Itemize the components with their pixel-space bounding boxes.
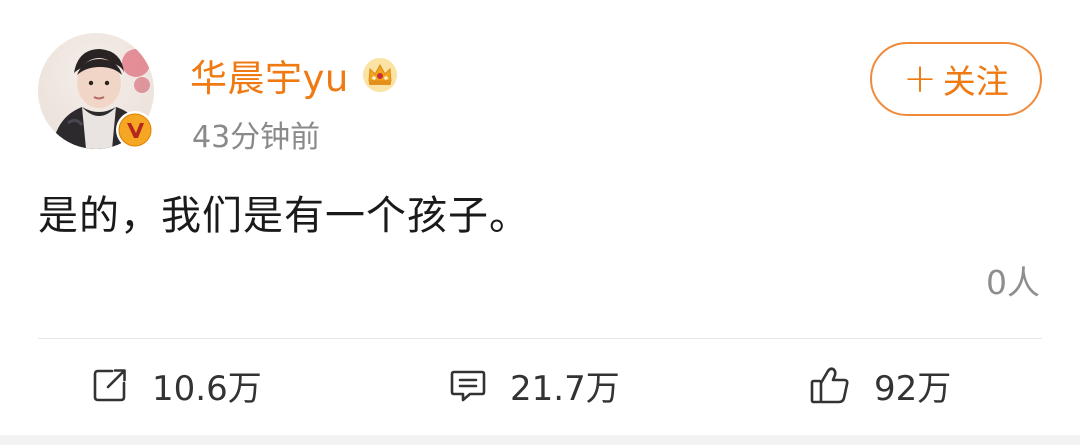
plus-icon: +	[903, 56, 937, 102]
card-bottom-separator	[0, 435, 1080, 445]
comment-icon	[450, 370, 486, 402]
repost-button[interactable]: 10.6万	[90, 360, 262, 410]
comment-button[interactable]: 21.7万	[448, 360, 620, 410]
repost-icon	[93, 369, 126, 402]
verified-v-icon	[116, 111, 154, 149]
author-name-text[interactable]: 华晨宇yu	[190, 48, 349, 102]
comment-count: 21.7万	[510, 368, 620, 409]
follow-button-label: 关注	[942, 62, 1009, 101]
author-name[interactable]: 华晨宇yu	[190, 48, 401, 102]
like-count: 92万	[874, 368, 952, 409]
weibo-post-card: 华晨宇yu 43分钟前 + 关注 是的，我们是有一个孩子。 0人 10.6万 2…	[0, 0, 1080, 445]
crown-icon	[362, 58, 397, 92]
like-button[interactable]: 92万	[808, 360, 951, 410]
follow-button[interactable]: + 关注	[870, 42, 1042, 116]
post-content: 是的，我们是有一个孩子。	[38, 193, 530, 239]
author-avatar-wrap[interactable]	[38, 33, 154, 149]
thumbs-up-icon	[810, 367, 849, 404]
post-timestamp: 43分钟前	[192, 120, 321, 155]
reader-count[interactable]: 0人	[986, 256, 1040, 304]
divider	[38, 338, 1042, 339]
repost-count: 10.6万	[152, 368, 262, 409]
